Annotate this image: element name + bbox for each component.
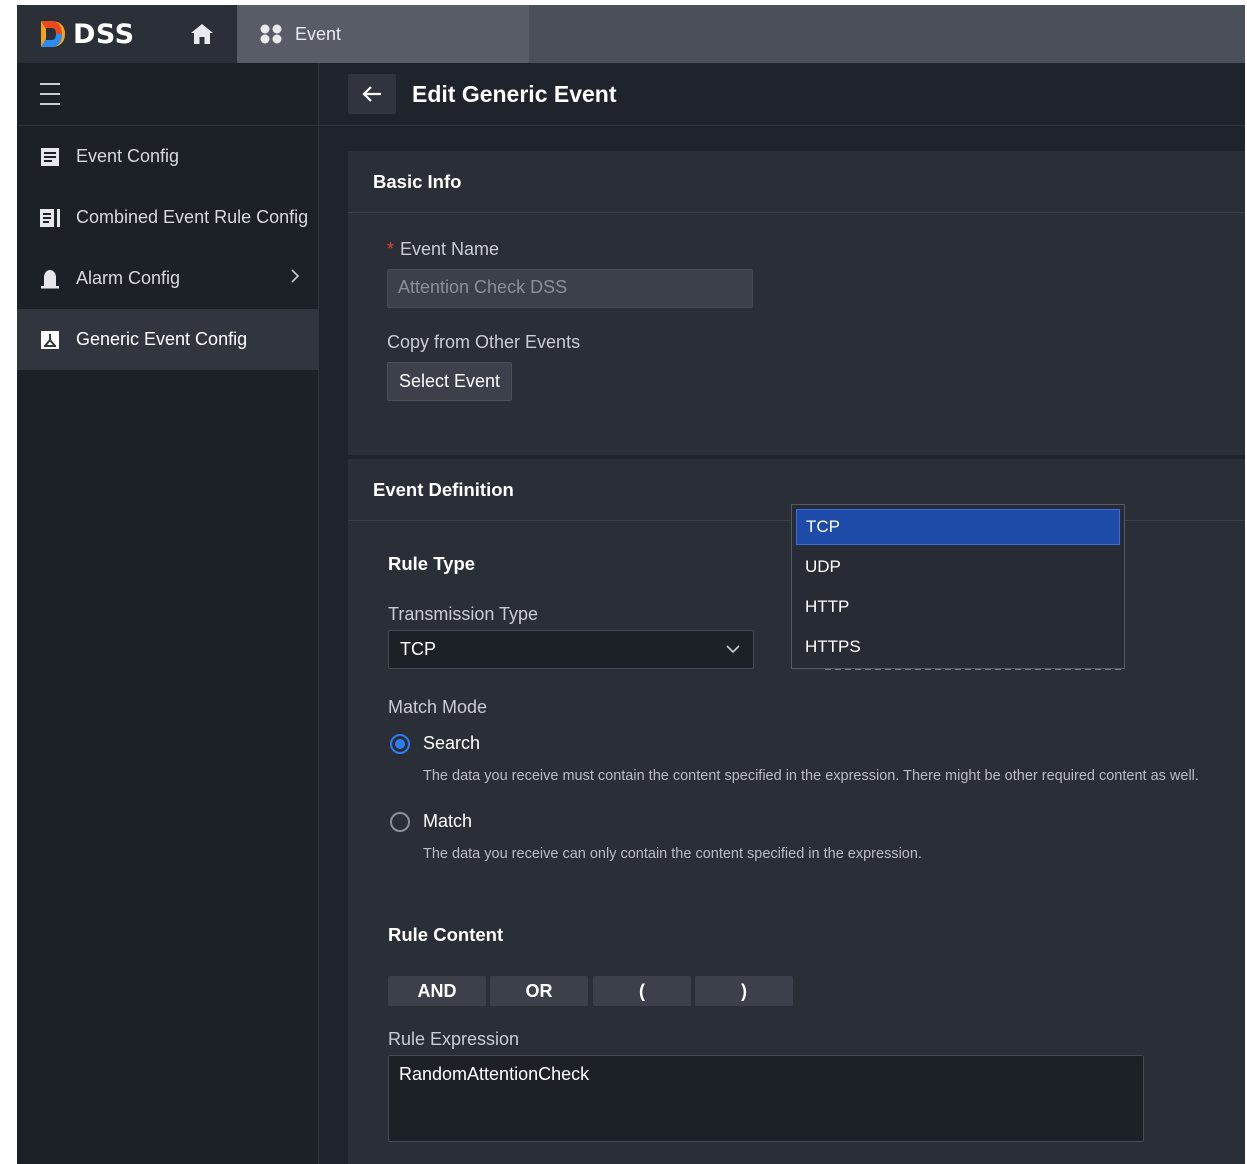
dropdown-option-udp[interactable]: UDP [792, 549, 1124, 585]
logo-text: DSS [73, 18, 135, 50]
hamburger-menu-icon [40, 83, 60, 105]
rule-expression-field[interactable]: RandomAttentionCheck [388, 1055, 1144, 1142]
match-hint: The data you receive can only contain th… [423, 846, 922, 862]
page-header: Edit Generic Event [319, 63, 1245, 126]
combined-doc-icon [39, 207, 61, 229]
sidebar-item-label: Event Config [76, 146, 180, 166]
close-paren-button[interactable]: ) [695, 976, 793, 1006]
radio-match-label: Match [423, 811, 473, 831]
app-window: DSS Event Event Config Combined Event Ru… [17, 5, 1245, 1164]
tab-event-label: Event [295, 23, 342, 44]
match-mode-label: Match Mode [388, 697, 488, 717]
dss-logo-icon [41, 21, 65, 47]
home-button[interactable] [167, 5, 237, 63]
sidebar-item-event-config[interactable]: Event Config [17, 126, 318, 187]
sidebar-item-alarm-config[interactable]: Alarm Config [17, 248, 318, 309]
radio-match-unselected[interactable] [390, 811, 410, 832]
transmission-type-select[interactable]: TCP [388, 630, 754, 669]
sidebar: Event Config Combined Event Rule Config [17, 63, 319, 1164]
top-bar: DSS Event [17, 5, 1245, 63]
transmission-type-dropdown: TCP UDP HTTP HTTPS [791, 504, 1125, 669]
rule-type-title: Rule Type [388, 553, 476, 574]
alarm-bell-icon [39, 268, 61, 290]
chevron-down-icon [726, 645, 740, 654]
sidebar-item-generic-event-config[interactable]: Generic Event Config [17, 309, 318, 370]
dropdown-option-tcp[interactable]: TCP [796, 509, 1120, 545]
and-button[interactable]: AND [388, 976, 486, 1006]
chevron-right-icon [291, 269, 300, 283]
basic-info-card: Basic Info * Event Name Attention Check D… [348, 151, 1245, 455]
home-icon [191, 24, 213, 44]
search-hint: The data you receive must contain the co… [423, 768, 1199, 784]
radio-search-selected[interactable] [390, 733, 410, 754]
event-name-field[interactable]: Attention Check DSS [387, 269, 753, 308]
radio-match[interactable]: Match [390, 811, 472, 832]
radio-search[interactable]: Search [390, 733, 480, 754]
or-button[interactable]: OR [490, 976, 588, 1006]
basic-info-header: Basic Info [348, 151, 1245, 213]
select-event-button[interactable]: Select Event [387, 362, 512, 401]
apps-grid-icon [260, 24, 282, 44]
sidebar-item-label: Combined Event Rule Config [76, 207, 309, 227]
radio-search-label: Search [423, 733, 481, 753]
document-icon [39, 146, 61, 168]
page-title: Edit Generic Event [412, 80, 617, 107]
sidebar-item-label: Generic Event Config [76, 329, 248, 349]
generic-event-icon [39, 329, 61, 351]
copy-from-label: Copy from Other Events [387, 332, 581, 352]
sidebar-item-combined-event-rule-config[interactable]: Combined Event Rule Config [17, 187, 318, 248]
dropdown-option-https[interactable]: HTTPS [792, 629, 1124, 665]
back-button[interactable] [348, 74, 396, 114]
dropdown-option-http[interactable]: HTTP [792, 589, 1124, 625]
tab-event[interactable]: Event [237, 5, 529, 63]
logo: DSS [17, 5, 167, 63]
transmission-type-label: Transmission Type [388, 604, 539, 624]
rule-expression-label: Rule Expression [388, 1029, 520, 1049]
event-name-label: * Event Name [387, 239, 500, 259]
arrow-left-icon [362, 86, 381, 102]
required-asterisk: * [387, 239, 395, 259]
menu-toggle[interactable] [17, 63, 318, 126]
transmission-type-value: TCP [400, 639, 436, 659]
open-paren-button[interactable]: ( [593, 976, 691, 1006]
sidebar-item-label: Alarm Config [76, 268, 181, 288]
rule-content-title: Rule Content [388, 924, 504, 945]
